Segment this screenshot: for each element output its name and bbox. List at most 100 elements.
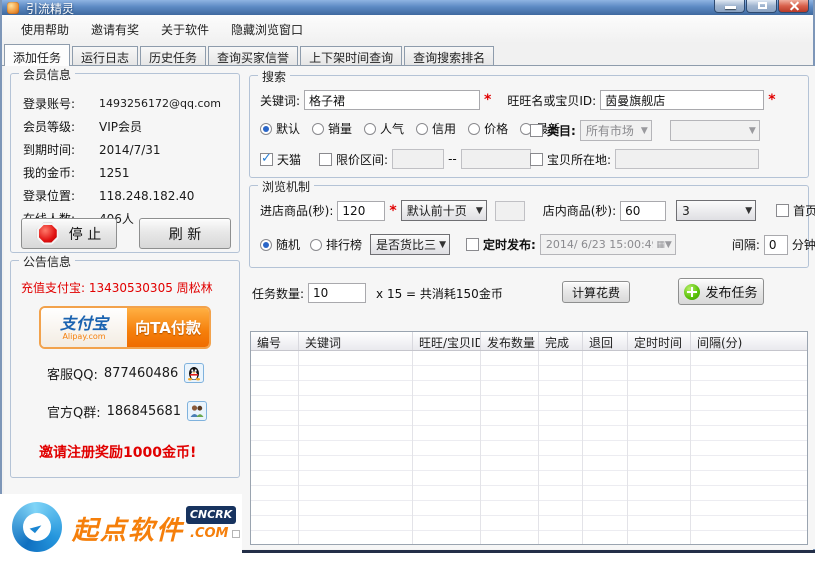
col-returned[interactable]: 退回 [583, 332, 628, 350]
enter-seconds-input[interactable] [337, 201, 385, 221]
location-checkbox[interactable] [530, 153, 543, 166]
plus-icon [684, 284, 700, 300]
qq-contact-button[interactable] [184, 363, 204, 383]
homepage-checkbox[interactable] [776, 204, 789, 217]
task-table-body[interactable] [251, 351, 807, 544]
window-controls [714, 0, 809, 13]
notice-group: 公告信息 充值支付宝: 13430530305 周松林 支付宝 Alipay.c… [10, 260, 240, 478]
tab-shelf-time[interactable]: 上下架时间查询 [300, 46, 402, 65]
category-checkbox[interactable] [530, 124, 543, 137]
browse-title: 浏览机制 [258, 178, 314, 195]
col-publish-count[interactable]: 发布数量 [481, 332, 539, 350]
tab-add-task[interactable]: 添加任务 [4, 44, 70, 66]
task-table: 编号 关键词 旺旺/宝贝ID 发布数量 完成 退回 定时时间 间隔(分) [250, 331, 808, 545]
keyword-input[interactable] [304, 90, 480, 110]
tab-buyer-credit[interactable]: 查询买家信誉 [208, 46, 298, 65]
ranking-radio[interactable]: 排行榜 [310, 236, 362, 253]
tmall-label: 天猫 [277, 151, 301, 168]
menu-item-help[interactable]: 使用帮助 [10, 18, 80, 41]
price-max-input[interactable] [461, 149, 531, 169]
minimize-button[interactable] [714, 0, 745, 13]
pages-extra-input[interactable] [495, 201, 525, 221]
pages-dropdown[interactable]: 默认前十页▼ [401, 200, 487, 221]
maximize-button[interactable] [746, 0, 777, 13]
interval-unit: 分钟 [792, 236, 815, 253]
sort-price-radio[interactable]: 价格 [468, 120, 508, 137]
price-separator: -- [448, 152, 457, 166]
timer-label: 定时发布: [483, 236, 536, 253]
price-range-checkbox[interactable] [319, 153, 332, 166]
col-timer[interactable]: 定时时间 [628, 332, 691, 350]
shop-label: 旺旺名或宝贝ID: [507, 92, 596, 109]
screenshot-stage: 引流精灵 使用帮助 邀请有奖 关于软件 隐藏浏览窗口 添加任务 运行日志 历史任… [0, 0, 815, 561]
maximize-icon [758, 2, 767, 9]
sort-popularity-radio[interactable]: 人气 [364, 120, 404, 137]
qq-penguin-icon [186, 365, 202, 381]
title-bar[interactable]: 引流精灵 [2, 0, 813, 15]
member-row-coins: 我的金币: 1251 [11, 161, 239, 184]
app-icon [7, 2, 19, 14]
cost-formula: x 15 = 共消耗150金币 [376, 285, 503, 302]
shop-input[interactable] [600, 90, 764, 110]
close-button[interactable] [778, 0, 809, 13]
watermark-site-name: 起点软件 [72, 510, 184, 547]
col-number[interactable]: 编号 [251, 332, 299, 350]
sort-default-radio[interactable]: 默认 [260, 120, 300, 137]
keyword-required-mark: * [484, 92, 491, 108]
radio-icon [310, 239, 322, 251]
menu-bar: 使用帮助 邀请有奖 关于软件 隐藏浏览窗口 [2, 15, 813, 43]
app-window: 引流精灵 使用帮助 邀请有奖 关于软件 隐藏浏览窗口 添加任务 运行日志 历史任… [0, 0, 815, 550]
official-group-label: 官方Q群: [47, 402, 101, 421]
calc-cost-button[interactable]: 计算花费 [562, 281, 630, 303]
refresh-button[interactable]: 刷 新 [139, 218, 231, 249]
tmall-checkbox[interactable] [260, 153, 273, 166]
calendar-icon: ▦▼ [656, 240, 671, 250]
tab-run-log[interactable]: 运行日志 [72, 46, 138, 65]
publish-task-button[interactable]: 发布任务 [678, 278, 764, 305]
category-row: 类目: 所有市场▼ ▼ [530, 120, 760, 141]
timer-datetime-picker[interactable]: 2014/ 6/23 15:00:49▦▼ [540, 234, 676, 255]
compare-dropdown[interactable]: 是否货比三▼ [370, 234, 450, 255]
shop-seconds-input[interactable] [620, 201, 666, 221]
tab-search-rank[interactable]: 查询搜索排名 [404, 46, 494, 65]
category-market-dropdown[interactable]: 所有市场▼ [580, 120, 652, 141]
category-sub-dropdown[interactable]: ▼ [670, 120, 760, 141]
col-interval[interactable]: 间隔(分) [691, 332, 807, 350]
price-min-input[interactable] [392, 149, 444, 169]
task-qty-label: 任务数量: [252, 285, 304, 302]
menu-item-invite[interactable]: 邀请有奖 [80, 18, 150, 41]
price-range-label: 限价区间: [336, 151, 388, 168]
keyword-label: 关键词: [260, 92, 300, 109]
menu-item-hide-browser[interactable]: 隐藏浏览窗口 [220, 18, 314, 41]
timer-checkbox[interactable] [466, 238, 479, 251]
enter-required-mark: * [389, 203, 396, 219]
invite-reward-text: 邀请注册奖励1000金币! [39, 442, 196, 462]
alipay-logo: 支付宝 Alipay.com [41, 308, 127, 347]
search-title: 搜索 [258, 68, 290, 85]
random-radio[interactable]: 随机 [260, 236, 300, 253]
sort-row: 默认 销量 人气 信用 价格 最新 [260, 120, 560, 137]
stop-icon [37, 223, 59, 245]
location-label: 宝贝所在地: [547, 151, 611, 168]
col-shop-id[interactable]: 旺旺/宝贝ID [413, 332, 481, 350]
task-qty-input[interactable] [308, 283, 366, 303]
location-input[interactable] [615, 149, 759, 169]
sort-credit-radio[interactable]: 信用 [416, 120, 456, 137]
col-done[interactable]: 完成 [539, 332, 583, 350]
member-info-title: 会员信息 [19, 66, 75, 83]
chevron-down-icon: ▼ [749, 126, 756, 136]
qq-group-button[interactable] [187, 401, 207, 421]
tab-history[interactable]: 历史任务 [140, 46, 206, 65]
browse-group: 浏览机制 进店商品(秒): * 默认前十页▼ 店内商品(秒): 3▼ 首页 随机… [249, 185, 809, 268]
interval-label: 间隔: [732, 236, 760, 253]
radio-icon [260, 123, 272, 135]
shop-count-dropdown[interactable]: 3▼ [676, 200, 756, 221]
menu-item-about[interactable]: 关于软件 [150, 18, 220, 41]
alipay-pay-button[interactable]: 支付宝 Alipay.com 向TA付款 [39, 306, 211, 349]
service-qq-row: 客服QQ: 877460486 [47, 363, 204, 383]
stop-button[interactable]: 停 止 [21, 218, 117, 249]
site-watermark: 起点软件 CNCRK .COM [0, 494, 242, 561]
col-keyword[interactable]: 关键词 [299, 332, 413, 350]
interval-input[interactable] [764, 235, 788, 255]
sort-sales-radio[interactable]: 销量 [312, 120, 352, 137]
